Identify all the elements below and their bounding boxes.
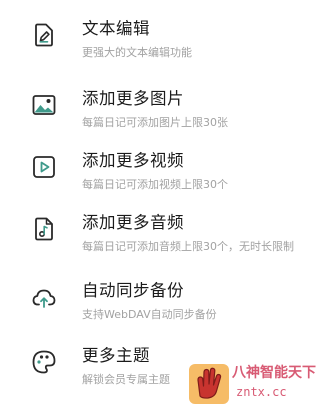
feature-item-more-images[interactable]: 添加更多图片 每篇日记可添加图片上限30张: [0, 88, 330, 150]
feature-description: 支持WebDAV自动同步备份: [82, 308, 217, 321]
feature-description: 每篇日记可添加音频上限30个，无时长限制: [82, 240, 294, 253]
watermark-title: 八神智能天下: [232, 365, 316, 381]
feature-title: 更多主题: [82, 346, 150, 365]
music-file-icon: [35, 217, 53, 241]
feature-item-more-audio[interactable]: 添加更多音频 每篇日记可添加音频上限30个，无时长限制: [0, 212, 330, 274]
palette-icon: [32, 350, 56, 374]
feature-title: 添加更多视频: [82, 151, 184, 170]
feature-title: 添加更多图片: [82, 89, 184, 108]
feature-title: 添加更多音频: [82, 213, 184, 232]
feature-title: 自动同步备份: [82, 281, 184, 300]
feature-title: 文本编辑: [82, 19, 150, 38]
feature-description: 更强大的文本编辑功能: [82, 46, 192, 59]
document-edit-icon: [35, 23, 53, 47]
image-icon: [32, 95, 56, 115]
video-play-icon: [33, 156, 55, 178]
feature-item-text-editing[interactable]: 文本编辑 更强大的文本编辑功能: [0, 18, 330, 80]
cloud-upload-icon: [32, 289, 56, 308]
feature-item-auto-sync-backup[interactable]: 自动同步备份 支持WebDAV自动同步备份: [0, 280, 330, 342]
hand-logo-icon: [189, 364, 229, 404]
feature-description: 解锁会员专属主题: [82, 373, 170, 386]
watermark-url: zntx.cc: [236, 385, 287, 399]
feature-item-more-videos[interactable]: 添加更多视频 每篇日记可添加视频上限30个: [0, 150, 330, 212]
premium-features-page: 文本编辑 更强大的文本编辑功能 添加更多图片 每篇日记可添加图片上限30张 添加…: [0, 0, 330, 410]
feature-description: 每篇日记可添加视频上限30个: [82, 178, 228, 191]
site-watermark: 八神智能天下 zntx.cc: [188, 360, 324, 406]
feature-description: 每篇日记可添加图片上限30张: [82, 116, 228, 129]
